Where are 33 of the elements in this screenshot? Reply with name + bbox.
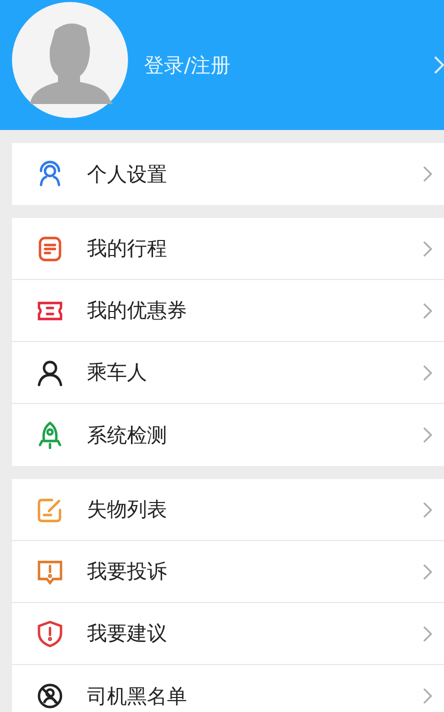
- chevron-right-icon: [423, 626, 432, 642]
- menu-label: 我要建议: [87, 620, 168, 647]
- chevron-right-icon: [423, 364, 432, 380]
- menu-label: 司机黑名单: [87, 682, 188, 710]
- menu-item[interactable]: 系统检测: [12, 404, 444, 466]
- menu-item[interactable]: 失物列表: [12, 479, 444, 541]
- menu-item[interactable]: 我的行程: [12, 218, 444, 280]
- shield-alert-icon: [36, 620, 64, 648]
- chevron-right-icon: [434, 56, 444, 74]
- menu-label: 我要投诉: [87, 558, 168, 585]
- menu-item[interactable]: 我要建议: [12, 603, 444, 665]
- blocked-person-icon: [36, 682, 64, 710]
- chevron-right-icon: [423, 564, 432, 580]
- person-icon: [36, 358, 64, 386]
- menu-label: 我的优惠券: [87, 297, 188, 324]
- menu-label: 系统检测: [87, 422, 168, 448]
- menu-item[interactable]: 司机黑名单: [12, 665, 444, 712]
- menu-label: 乘车人: [87, 359, 148, 386]
- chevron-right-icon: [423, 166, 432, 182]
- menu-label: 我的行程: [87, 235, 168, 262]
- menu-label: 个人设置: [87, 160, 168, 188]
- document-icon: [36, 234, 64, 262]
- chevron-right-icon: [423, 302, 432, 318]
- menu-item[interactable]: 我要投诉: [12, 541, 444, 603]
- menu-item[interactable]: 乘车人: [12, 342, 444, 404]
- menu-label: 失物列表: [87, 496, 168, 523]
- chevron-right-icon: [423, 240, 432, 256]
- rocket-icon: [36, 421, 64, 449]
- chevron-right-icon: [423, 502, 432, 518]
- menu-item[interactable]: 我的优惠券: [12, 280, 444, 342]
- chevron-right-icon: [423, 688, 432, 704]
- menu-item[interactable]: 个人设置: [12, 143, 444, 205]
- chevron-right-icon: [423, 427, 432, 443]
